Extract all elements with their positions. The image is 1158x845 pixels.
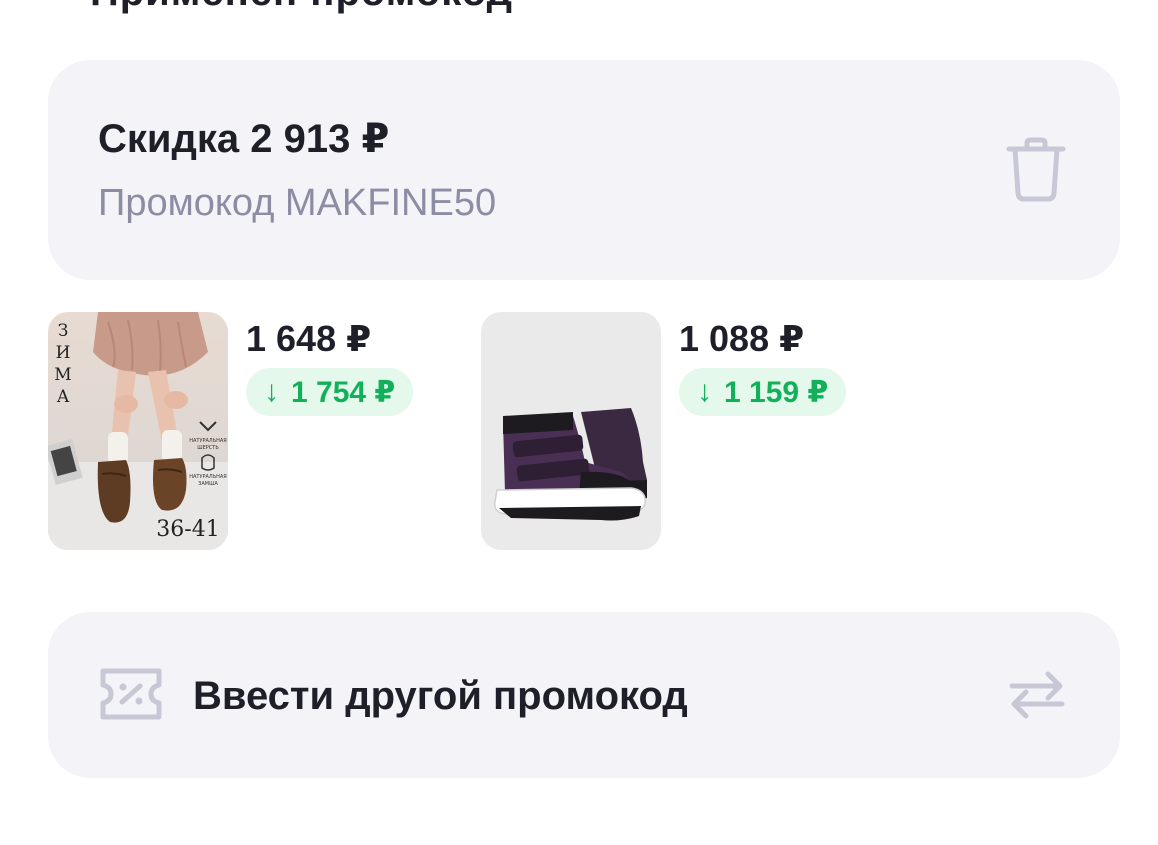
swap-icon[interactable] xyxy=(1004,662,1070,728)
svg-text:А: А xyxy=(57,387,70,407)
saving-amount: 1 159 ₽ xyxy=(724,375,829,409)
saving-amount: 1 754 ₽ xyxy=(291,375,396,409)
svg-text:И: И xyxy=(56,343,71,363)
svg-text:НАТУРАЛЬНАЯ: НАТУРАЛЬНАЯ xyxy=(189,438,227,444)
arrow-down-icon: ↓ xyxy=(697,375,712,408)
trash-icon xyxy=(1006,137,1066,202)
svg-text:НАТУРАЛЬНАЯ: НАТУРАЛЬНАЯ xyxy=(189,474,227,480)
arrow-down-icon: ↓ xyxy=(264,375,279,408)
delete-promo-button[interactable] xyxy=(1000,134,1072,206)
enter-other-promo-button[interactable]: Ввести другой промокод xyxy=(48,612,1120,778)
product-image[interactable] xyxy=(481,312,661,550)
svg-text:М: М xyxy=(54,365,71,385)
svg-text:ЗАМША: ЗАМША xyxy=(198,481,218,487)
saving-badge: ↓ 1 754 ₽ xyxy=(246,368,414,416)
svg-text:ШЕРСТЬ: ШЕРСТЬ xyxy=(197,445,219,451)
discount-amount: Скидка 2 913 ₽ xyxy=(98,117,390,161)
chevron-icon[interactable] xyxy=(1062,0,1110,8)
section-title: Применен промокод xyxy=(90,0,513,15)
enter-promo-label: Ввести другой промокод xyxy=(193,674,688,718)
discount-ticket-icon xyxy=(100,668,162,720)
product-image[interactable]: З И М А НАТУРАЛЬНАЯ ШЕРСТЬ НАТУРАЛЬНАЯ З… xyxy=(48,312,228,550)
applied-promo-card: Скидка 2 913 ₽ Промокод MAKFINE50 xyxy=(48,60,1120,280)
saving-badge: ↓ 1 159 ₽ xyxy=(679,368,847,416)
svg-text:З: З xyxy=(58,321,69,341)
product-price: 1 088 ₽ xyxy=(679,318,805,359)
promo-code-page: Применен промокод Скидка 2 913 ₽ Промоко… xyxy=(0,0,1158,845)
svg-text:36-41: 36-41 xyxy=(156,517,219,542)
product-price: 1 648 ₽ xyxy=(246,318,372,359)
promo-code-label: Промокод MAKFINE50 xyxy=(98,182,497,224)
